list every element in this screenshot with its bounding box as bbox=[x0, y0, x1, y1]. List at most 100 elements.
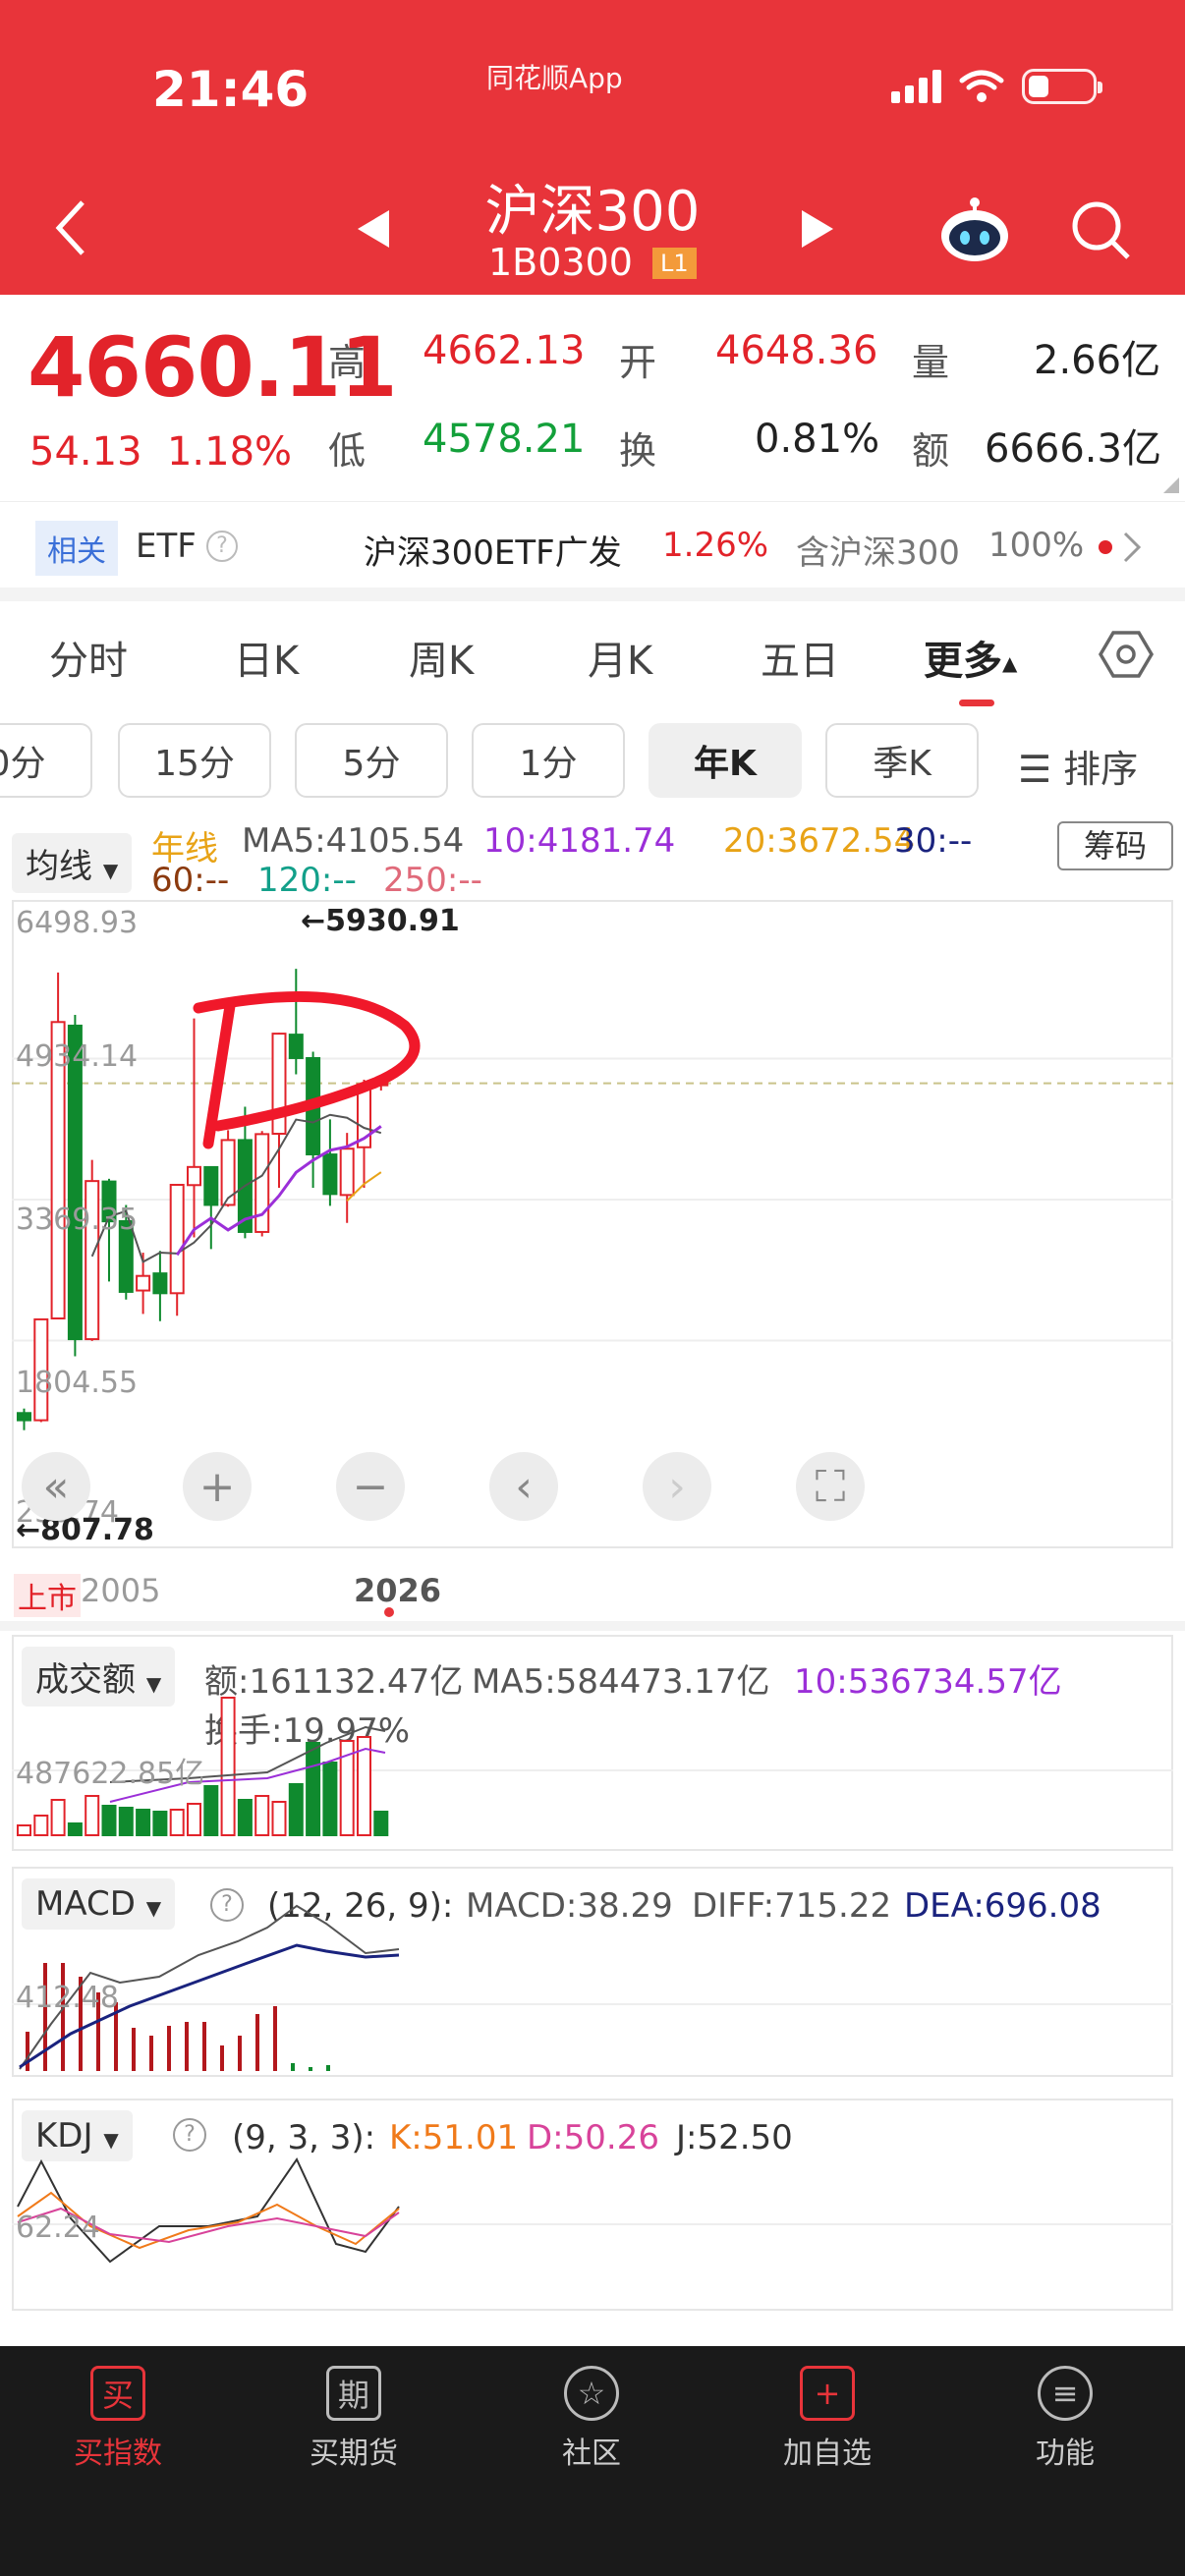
ma120-value: 120:-- bbox=[257, 861, 357, 900]
nav-buy-futures-label: 买期货 bbox=[310, 2436, 398, 2471]
tab-monthly-k[interactable]: 月K bbox=[588, 629, 652, 686]
zoom-in-icon[interactable]: + bbox=[183, 1452, 252, 1521]
kdj-y-label: 62.24 bbox=[16, 2211, 100, 2245]
battery-icon bbox=[1022, 69, 1102, 104]
nav-buy-index[interactable]: 买买指数 bbox=[39, 2366, 197, 2472]
red-dot bbox=[1099, 540, 1112, 554]
list-icon: ☰ bbox=[1018, 748, 1064, 791]
nav-add-watchlist-label: 加自选 bbox=[783, 2436, 872, 2471]
y-label-1: 6498.93 bbox=[16, 906, 139, 940]
nav-community-label: 社区 bbox=[562, 2436, 621, 2471]
candle-body bbox=[152, 1272, 168, 1295]
period-chip-year-k[interactable]: 年K bbox=[649, 723, 802, 798]
period-chip-1min[interactable]: 1分 bbox=[472, 723, 625, 798]
macd-histogram-bar bbox=[185, 2022, 189, 2071]
high-value: 4662.13 bbox=[423, 328, 586, 373]
tab-more[interactable]: 更多▲ bbox=[924, 629, 1017, 686]
x-end: 2026 bbox=[354, 1572, 442, 1609]
volume-bar bbox=[373, 1811, 389, 1836]
period-chip-15min[interactable]: 15分 bbox=[118, 723, 271, 798]
high-label: 高 bbox=[328, 341, 367, 384]
volume-bar bbox=[17, 1824, 31, 1836]
ma10-value: 10:4181.74 bbox=[483, 821, 676, 861]
tab-intraday[interactable]: 分时 bbox=[49, 629, 128, 686]
volume-bar bbox=[136, 1809, 151, 1836]
zoom-out-icon[interactable]: − bbox=[336, 1452, 405, 1521]
ma5-value: MA5:4105.54 bbox=[242, 821, 465, 861]
volume-bar bbox=[306, 1742, 321, 1836]
expand-corner-icon[interactable] bbox=[1163, 477, 1179, 493]
volume-bar bbox=[203, 1785, 219, 1836]
caret-down-icon: ▼ bbox=[102, 859, 119, 882]
high-mark: ←5930.91 bbox=[301, 904, 460, 938]
macd-y-label: 412.48 bbox=[16, 1981, 119, 2015]
macd-histogram-bar bbox=[326, 2065, 330, 2071]
open-value: 4648.36 bbox=[715, 328, 878, 373]
volume-chart bbox=[12, 1697, 1173, 1836]
search-icon[interactable] bbox=[1069, 198, 1132, 261]
etf-label: ETF bbox=[136, 527, 197, 566]
help-icon[interactable]: ? bbox=[206, 531, 238, 562]
divider bbox=[0, 1621, 1185, 1631]
macd-histogram-bar bbox=[167, 2026, 171, 2071]
tab-weekly-k[interactable]: 周K bbox=[409, 629, 474, 686]
nav-buy-futures[interactable]: 期买期货 bbox=[275, 2366, 432, 2472]
scroll-right-icon[interactable]: › bbox=[643, 1452, 711, 1521]
related-tag: 相关 bbox=[35, 521, 118, 576]
period-chip-quarter-k[interactable]: 季K bbox=[825, 723, 979, 798]
low-label: 低 bbox=[328, 429, 367, 473]
volume-bar bbox=[237, 1799, 253, 1836]
chevron-right-icon[interactable] bbox=[1122, 531, 1142, 564]
candle-body bbox=[136, 1274, 151, 1292]
fullscreen-icon[interactable]: ⛶ bbox=[796, 1452, 865, 1521]
clock: 21:46 bbox=[152, 61, 310, 118]
candle-body bbox=[322, 1153, 338, 1196]
tab-five-day[interactable]: 五日 bbox=[761, 629, 839, 686]
period-chip-0fen[interactable]: 0分 bbox=[0, 723, 92, 798]
ipo-label: 上市 bbox=[14, 1574, 81, 1617]
macd-histogram-bar bbox=[238, 2036, 242, 2071]
scroll-start-icon[interactable]: « bbox=[22, 1452, 90, 1521]
y-label-2: 4934.14 bbox=[16, 1039, 139, 1074]
macd-histogram-bar bbox=[291, 2063, 295, 2071]
kdj-chart bbox=[12, 2156, 1173, 2264]
candle-body bbox=[17, 1412, 31, 1422]
ma250-value: 250:-- bbox=[383, 861, 482, 900]
futures-icon: 期 bbox=[326, 2366, 381, 2421]
nav-functions-label: 功能 bbox=[1036, 2436, 1095, 2471]
plus-icon: + bbox=[800, 2366, 855, 2421]
settings-hexagon-icon[interactable] bbox=[1099, 627, 1154, 682]
ma60-value: 60:-- bbox=[151, 861, 230, 900]
macd-histogram-bar bbox=[202, 2022, 206, 2071]
candle-body bbox=[187, 1165, 201, 1187]
candle-body bbox=[288, 1034, 304, 1059]
tab-more-label: 更多 bbox=[924, 639, 1002, 684]
volume-bar bbox=[220, 1697, 236, 1836]
wifi-icon bbox=[959, 70, 1004, 102]
tab-daily-k[interactable]: 日K bbox=[234, 629, 299, 686]
change-percent: 1.18% bbox=[166, 429, 293, 475]
open-label: 开 bbox=[619, 341, 657, 384]
ma30-value: 30:-- bbox=[894, 821, 973, 861]
etf-name[interactable]: 沪深300ETF广发 bbox=[364, 526, 622, 574]
chip-distribution-button[interactable]: 筹码 bbox=[1057, 821, 1173, 870]
sort-button[interactable]: ☰ 排序 bbox=[1018, 739, 1138, 793]
ma-dropdown[interactable]: 均线 ▼ bbox=[12, 833, 133, 893]
macd-histogram-bar bbox=[43, 1963, 47, 2071]
divider bbox=[0, 588, 1185, 601]
nav-functions[interactable]: ≡ 功能 bbox=[987, 2366, 1144, 2472]
tab-indicator bbox=[959, 700, 994, 706]
period-chip-5min[interactable]: 5分 bbox=[295, 723, 448, 798]
kline-chart[interactable] bbox=[12, 900, 1173, 1548]
macd-histogram-bar bbox=[255, 2014, 259, 2071]
nav-add-watchlist[interactable]: + 加自选 bbox=[749, 2366, 906, 2472]
nav-community[interactable]: ☆ 社区 bbox=[513, 2366, 670, 2472]
robot-assistant-icon[interactable] bbox=[937, 195, 1012, 263]
volume-bar bbox=[152, 1811, 168, 1836]
next-stock-icon[interactable] bbox=[800, 208, 835, 250]
scroll-left-icon[interactable]: ‹ bbox=[489, 1452, 558, 1521]
macd-histogram-bar bbox=[132, 2028, 136, 2071]
turnover-value: 0.81% bbox=[755, 417, 880, 462]
volume-bar bbox=[169, 1809, 185, 1836]
volume-bar bbox=[254, 1795, 270, 1836]
